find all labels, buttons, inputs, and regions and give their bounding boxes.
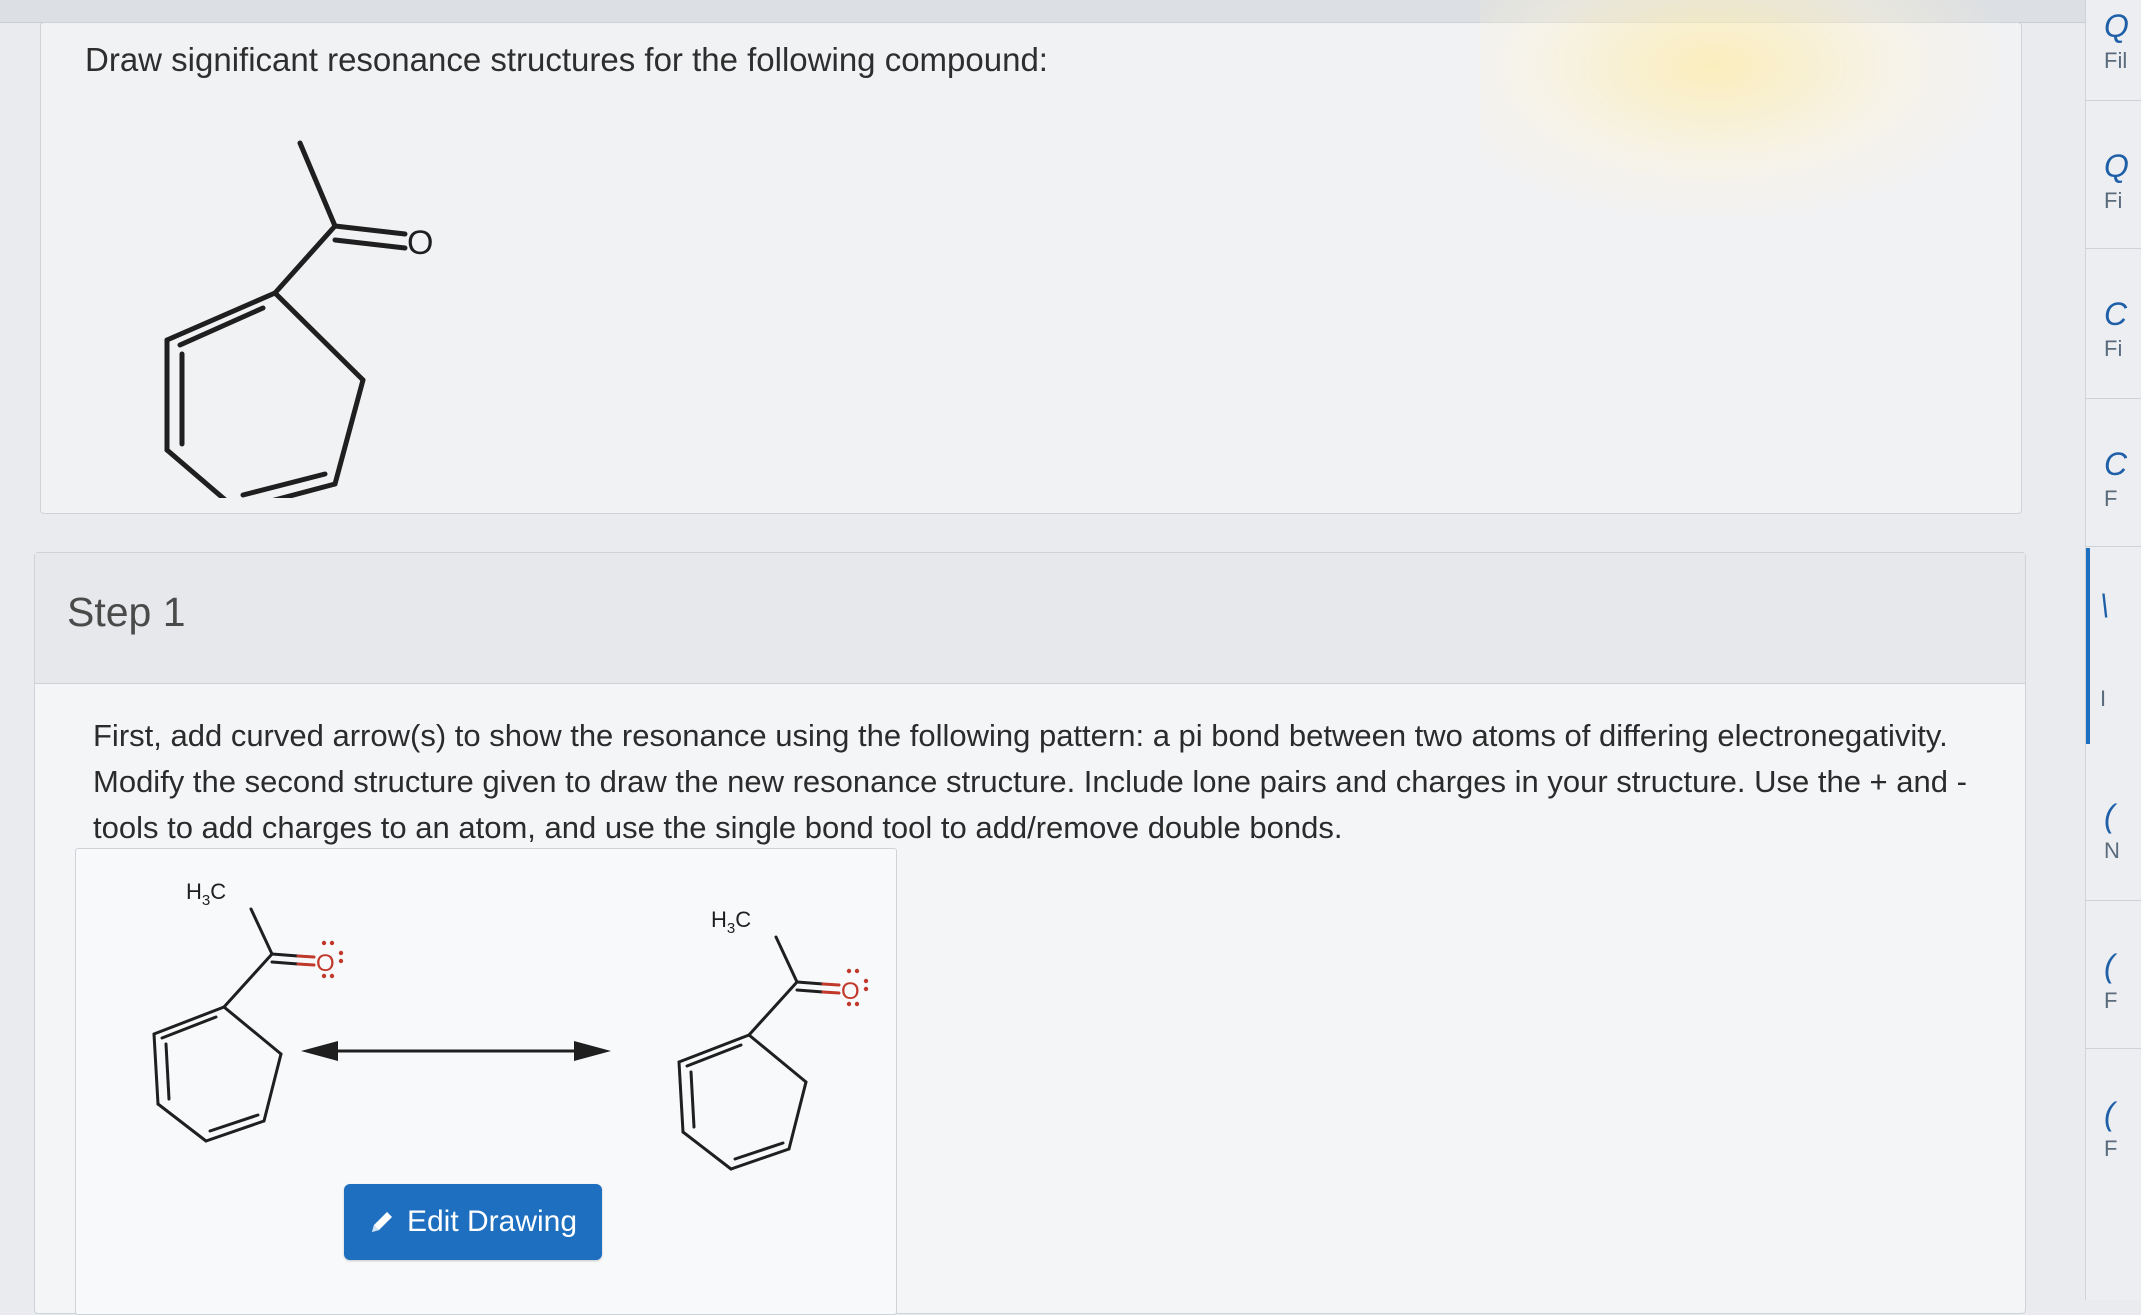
nav-item-5-active[interactable]: \ I <box>2086 548 2141 744</box>
question-nav-panel: Q Fil Q Fi C Fi C F \ I ( N ( F (F <box>2085 0 2141 1300</box>
nav-divider <box>2086 100 2141 101</box>
nav-item-label: Fi <box>2104 188 2123 213</box>
resonance-arrow <box>301 1041 611 1061</box>
methyl-label-left: H3C <box>186 879 226 909</box>
nav-item-number: \ <box>2100 588 2109 624</box>
step-title: Step 1 <box>67 589 186 635</box>
nav-item-label: N <box>2104 838 2120 863</box>
nav-divider <box>2086 900 2141 901</box>
nav-item-label: F <box>2104 486 2118 511</box>
oxygen-label-right: O <box>841 978 860 1005</box>
cycloheptatriene-ketone-structure: O <box>164 140 433 498</box>
step-header: Step 1 <box>35 553 2025 684</box>
edit-drawing-label: Edit Drawing <box>406 1205 578 1238</box>
question-card: Draw significant resonance structures fo… <box>40 22 2022 514</box>
resonance-diagram: H3C O H3C O <box>152 879 869 1171</box>
drawing-area[interactable]: H3C O H3C O Edit Drawing <box>75 848 897 1315</box>
nav-item-1[interactable]: Q Fil <box>2094 0 2141 140</box>
oxygen-label-left: O <box>316 950 335 977</box>
nav-item-label: F <box>2104 988 2118 1013</box>
nav-item-2[interactable]: Q Fi <box>2094 140 2141 280</box>
nav-item-number: ( <box>2104 948 2115 984</box>
nav-item-label: I <box>2100 686 2107 711</box>
nav-divider <box>2086 546 2141 547</box>
nav-item-number: C <box>2104 446 2128 482</box>
nav-item-label: Fi <box>2104 336 2123 361</box>
nav-divider <box>2086 398 2141 399</box>
nav-item-number: Q <box>2104 148 2129 184</box>
nav-item-number: ( <box>2104 1096 2115 1132</box>
oxygen-atom-label: O <box>407 224 433 262</box>
nav-divider <box>2086 1048 2141 1049</box>
nav-item-label: Fil <box>2104 48 2128 73</box>
edit-drawing-button[interactable]: Edit Drawing <box>344 1184 602 1260</box>
step-card: Step 1 First, add curved arrow(s) to sho… <box>34 552 2026 1315</box>
methyl-label-right: H3C <box>711 907 751 937</box>
page: Draw significant resonance structures fo… <box>0 0 2141 1315</box>
nav-item-3[interactable]: C Fi <box>2094 288 2141 428</box>
question-prompt: Draw significant resonance structures fo… <box>85 41 1048 78</box>
nav-item-number: C <box>2104 296 2128 332</box>
nav-item-label: F <box>2104 1136 2118 1161</box>
nav-item-8[interactable]: ( F <box>2094 1088 2141 1228</box>
nav-item-6[interactable]: ( N <box>2094 790 2141 930</box>
nav-item-number: ( <box>2104 798 2115 834</box>
pencil-icon <box>371 1212 392 1232</box>
nav-item-7[interactable]: ( F <box>2094 940 2141 1080</box>
nav-item-number: Q <box>2104 8 2129 44</box>
nav-divider <box>2086 248 2141 249</box>
step-instructions: First, add curved arrow(s) to show the r… <box>93 718 1967 845</box>
top-bar <box>0 0 2085 23</box>
